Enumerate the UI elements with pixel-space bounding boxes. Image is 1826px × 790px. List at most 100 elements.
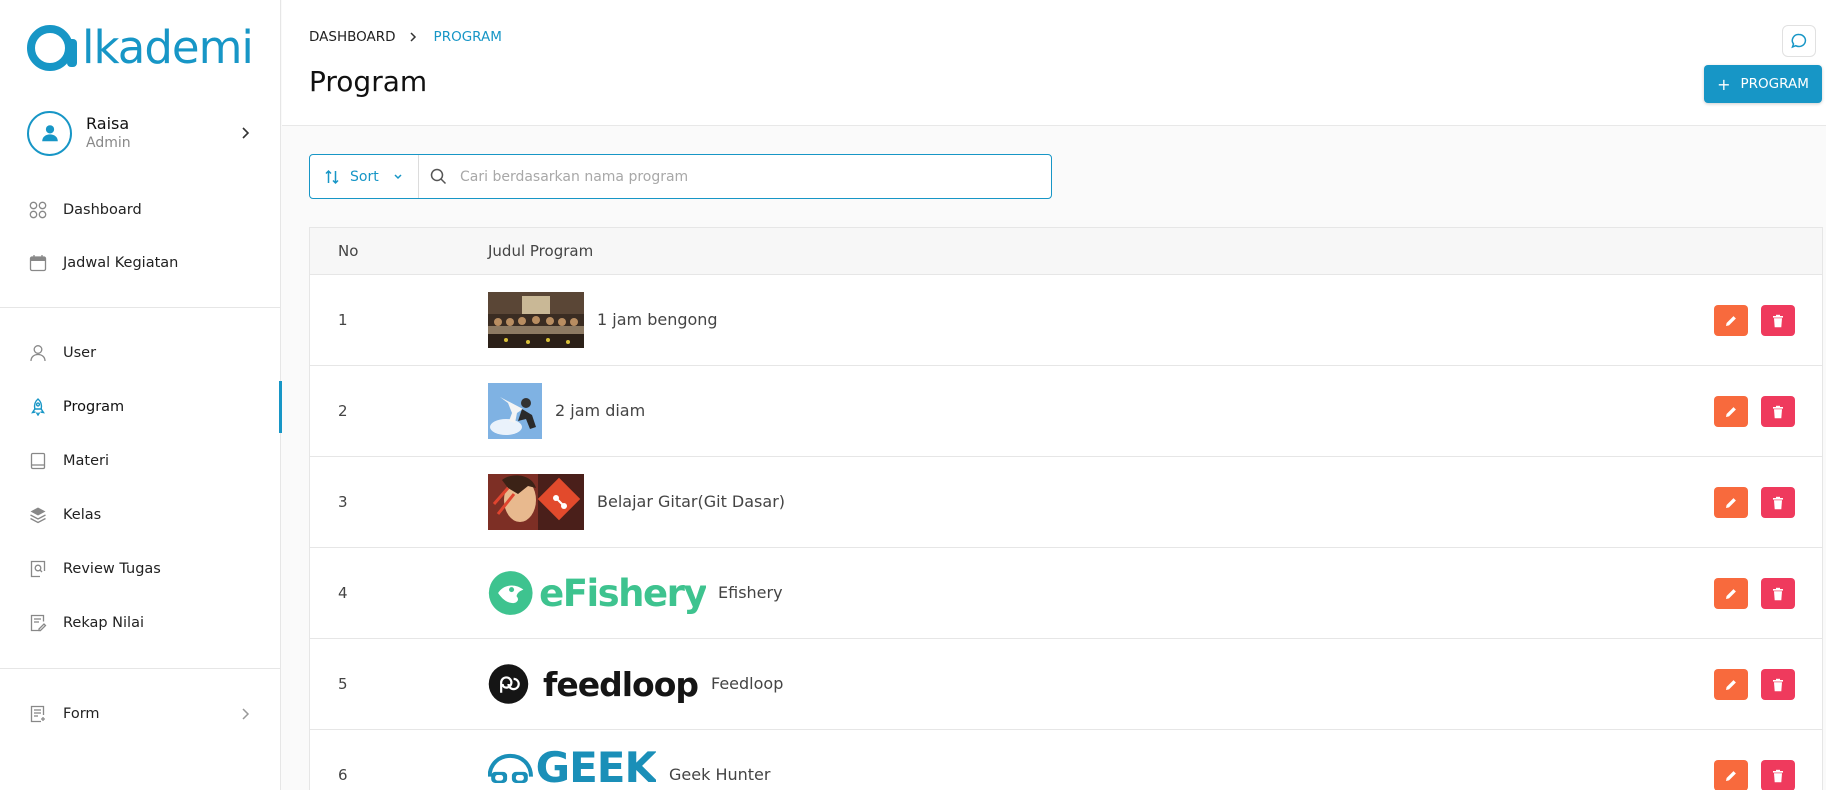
table-row: 6 GEEK Geek Hunter [310, 730, 1822, 790]
program-title: Feedloop [711, 674, 784, 693]
rocket-icon [28, 397, 48, 417]
sidebar-item-materi[interactable]: Materi [0, 441, 281, 481]
row-number: 6 [338, 766, 348, 784]
breadcrumb: DASHBOARD PROGRAM [309, 29, 502, 45]
sidebar-item-label: Dashboard [63, 202, 142, 218]
dashboard-icon [28, 200, 48, 220]
sidebar-item-label: Rekap Nilai [63, 615, 145, 631]
profile-name: Raisa [86, 114, 130, 133]
form-icon [28, 704, 48, 724]
edit-list-icon [28, 613, 48, 633]
chat-icon [1791, 33, 1807, 49]
calendar-icon [28, 253, 48, 273]
sidebar-item-user[interactable]: User [0, 333, 281, 373]
trash-icon [1773, 769, 1783, 782]
row-number: 1 [338, 311, 348, 329]
edit-button[interactable] [1714, 396, 1748, 427]
profile-role: Admin [86, 135, 131, 151]
sidebar-item-label: Jadwal Kegiatan [63, 255, 179, 271]
edit-button[interactable] [1714, 578, 1748, 609]
add-program-label: PROGRAM [1740, 76, 1809, 92]
sidebar-item-label: User [63, 345, 97, 361]
trash-icon [1773, 314, 1783, 327]
sidebar: lkademi Raisa Admin Dashboard Jadwal Keg… [0, 0, 282, 790]
plus-icon: + [1717, 74, 1731, 94]
delete-button[interactable] [1761, 669, 1795, 700]
delete-button[interactable] [1761, 396, 1795, 427]
delete-button[interactable] [1761, 760, 1795, 790]
feedloop-logo: feedloop [488, 656, 698, 712]
sort-label: Sort [350, 168, 379, 185]
app-logo[interactable]: lkademi [27, 21, 254, 74]
chevron-right-icon [242, 708, 250, 720]
sidebar-item-program[interactable]: Program [0, 381, 282, 433]
sidebar-divider [0, 307, 281, 308]
feedloop-logo-text: feedloop [542, 664, 698, 704]
table-header: No Judul Program [310, 228, 1822, 275]
program-title: Geek Hunter [669, 765, 771, 784]
sidebar-item-rekap-nilai[interactable]: Rekap Nilai [0, 603, 281, 643]
chevron-down-icon [393, 172, 403, 182]
geekhunter-logo: GEEK [488, 747, 656, 790]
edit-button[interactable] [1714, 669, 1748, 700]
page-title: Program [309, 65, 428, 98]
sidebar-item-label: Materi [63, 453, 109, 469]
sidebar-item-form[interactable]: Form [0, 694, 281, 734]
sidebar-item-kelas[interactable]: Kelas [0, 495, 281, 535]
layers-icon [28, 505, 48, 525]
chat-button[interactable] [1782, 25, 1816, 57]
sidebar-item-label: Review Tugas [63, 561, 161, 577]
breadcrumb-dashboard[interactable]: DASHBOARD [309, 29, 396, 45]
pencil-icon [1726, 497, 1736, 508]
avatar-icon [27, 110, 72, 156]
logo-mark [27, 25, 77, 71]
sidebar-item-dashboard[interactable]: Dashboard [0, 190, 281, 230]
add-program-button[interactable]: + PROGRAM [1704, 65, 1822, 103]
row-number: 3 [338, 493, 348, 511]
sidebar-item-review-tugas[interactable]: Review Tugas [0, 549, 281, 589]
program-title: 2 jam diam [555, 401, 646, 420]
program-title: 1 jam bengong [597, 310, 718, 329]
sidebar-item-label: Kelas [63, 507, 102, 523]
program-thumbnail [488, 474, 584, 530]
table-row: 2 2 jam diam [310, 366, 1822, 457]
feedloop-mark-icon [488, 664, 529, 704]
filter-bar: Sort [309, 154, 1052, 199]
pencil-icon [1726, 770, 1736, 781]
search-input[interactable] [460, 168, 1040, 185]
user-profile[interactable]: Raisa Admin [27, 110, 253, 156]
logo-text: lkademi [82, 21, 254, 74]
fish-icon [488, 571, 533, 615]
sort-dropdown[interactable]: Sort [310, 155, 419, 198]
delete-button[interactable] [1761, 578, 1795, 609]
chevron-right-icon [409, 31, 421, 43]
edit-button[interactable] [1714, 760, 1748, 790]
trash-icon [1773, 405, 1783, 418]
delete-button[interactable] [1761, 487, 1795, 518]
sidebar-divider [0, 668, 281, 669]
column-header-judul: Judul Program [488, 242, 594, 260]
delete-button[interactable] [1761, 305, 1795, 336]
edit-button[interactable] [1714, 305, 1748, 336]
program-title: Belajar Gitar(Git Dasar) [597, 492, 786, 511]
trash-icon [1773, 678, 1783, 691]
pencil-icon [1726, 406, 1736, 417]
pencil-icon [1726, 588, 1736, 599]
edit-button[interactable] [1714, 487, 1748, 518]
sidebar-item-jadwal-kegiatan[interactable]: Jadwal Kegiatan [0, 243, 281, 283]
table-row: 5 feedloop Feedloop [310, 639, 1822, 730]
review-icon [28, 559, 48, 579]
row-number: 5 [338, 675, 348, 693]
column-header-no: No [338, 242, 359, 260]
row-number: 2 [338, 402, 348, 420]
geek-glasses-icon [488, 753, 533, 783]
sort-icon [324, 169, 340, 185]
page-header: DASHBOARD PROGRAM Program + PROGRAM [282, 0, 1826, 126]
program-thumbnail [488, 292, 584, 348]
breadcrumb-program: PROGRAM [433, 29, 502, 45]
table-row: 4 eFishery Efishery [310, 548, 1822, 639]
trash-icon [1773, 496, 1783, 509]
search-icon [430, 168, 448, 186]
chevron-right-icon [237, 125, 253, 141]
geekhunter-logo-text: GEEK [535, 747, 656, 790]
